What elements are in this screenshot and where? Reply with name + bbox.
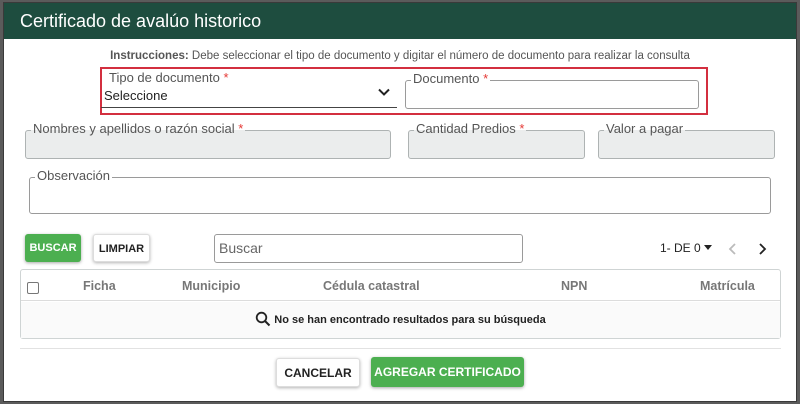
empty-state: No se han encontrado resultados para su … — [21, 302, 780, 338]
instructions: Instrucciones: Debe seleccionar el tipo … — [4, 50, 796, 62]
limpiar-button[interactable]: LIMPIAR — [93, 234, 150, 262]
cantidad-predios-label: Cantidad Predios * — [414, 121, 527, 137]
column-npn[interactable]: NPN — [561, 279, 587, 293]
column-ficha[interactable]: Ficha — [83, 279, 116, 293]
select-all-checkbox[interactable] — [27, 282, 39, 294]
caret-down-icon — [704, 245, 713, 250]
buscar-button[interactable]: BUSCAR — [25, 234, 81, 262]
documento-field[interactable]: Documento * — [405, 71, 699, 109]
table-body: No se han encontrado resultados para su … — [21, 302, 780, 338]
pager-label: 1- DE 0 — [660, 241, 701, 255]
empty-message: No se han encontrado resultados para su … — [274, 314, 546, 326]
cancel-button[interactable]: CANCELAR — [276, 358, 360, 387]
column-matricula[interactable]: Matrícula — [700, 279, 755, 293]
pager-dropdown[interactable]: 1- DE 0 — [660, 241, 713, 255]
tipo-documento-select[interactable]: Tipo de documento * Seleccione — [101, 70, 397, 108]
observacion-input[interactable] — [29, 177, 771, 214]
documento-label: Documento * — [411, 71, 491, 87]
tipo-documento-value: Seleccione — [104, 88, 168, 103]
certificate-dialog: Certificado de avalúo historico Instrucc… — [3, 2, 797, 402]
instructions-label: Instrucciones: — [110, 50, 189, 62]
search-input[interactable]: Buscar — [214, 234, 523, 263]
valor-pagar-field[interactable]: Valor a pagar — [598, 121, 775, 159]
dialog-title: Certificado de avalúo historico — [4, 3, 796, 39]
observacion-label: Observación — [35, 168, 112, 184]
results-table: Ficha Municipio Cédula catastral NPN Mat… — [20, 269, 781, 339]
nombres-label: Nombres y apellidos o razón social * — [31, 121, 246, 137]
instructions-text: Debe seleccionar el tipo de documento y … — [188, 50, 690, 62]
column-cedula-catastral[interactable]: Cédula catastral — [323, 279, 420, 293]
add-certificate-button[interactable]: AGREGAR CERTIFICADO — [371, 357, 524, 387]
footer-divider — [20, 348, 781, 349]
chevron-left-icon[interactable] — [728, 243, 738, 255]
valor-pagar-label: Valor a pagar — [604, 121, 686, 137]
chevron-down-icon — [378, 88, 390, 96]
column-municipio[interactable]: Municipio — [182, 279, 240, 293]
cantidad-predios-field[interactable]: Cantidad Predios * — [408, 121, 585, 159]
nombres-field[interactable]: Nombres y apellidos o razón social * — [25, 121, 391, 159]
table-header: Ficha Municipio Cédula catastral NPN Mat… — [21, 270, 780, 301]
observacion-field[interactable]: Observación — [29, 168, 771, 214]
tipo-documento-label: Tipo de documento * — [107, 70, 231, 86]
search-icon — [256, 311, 271, 327]
chevron-right-icon[interactable] — [757, 243, 767, 255]
